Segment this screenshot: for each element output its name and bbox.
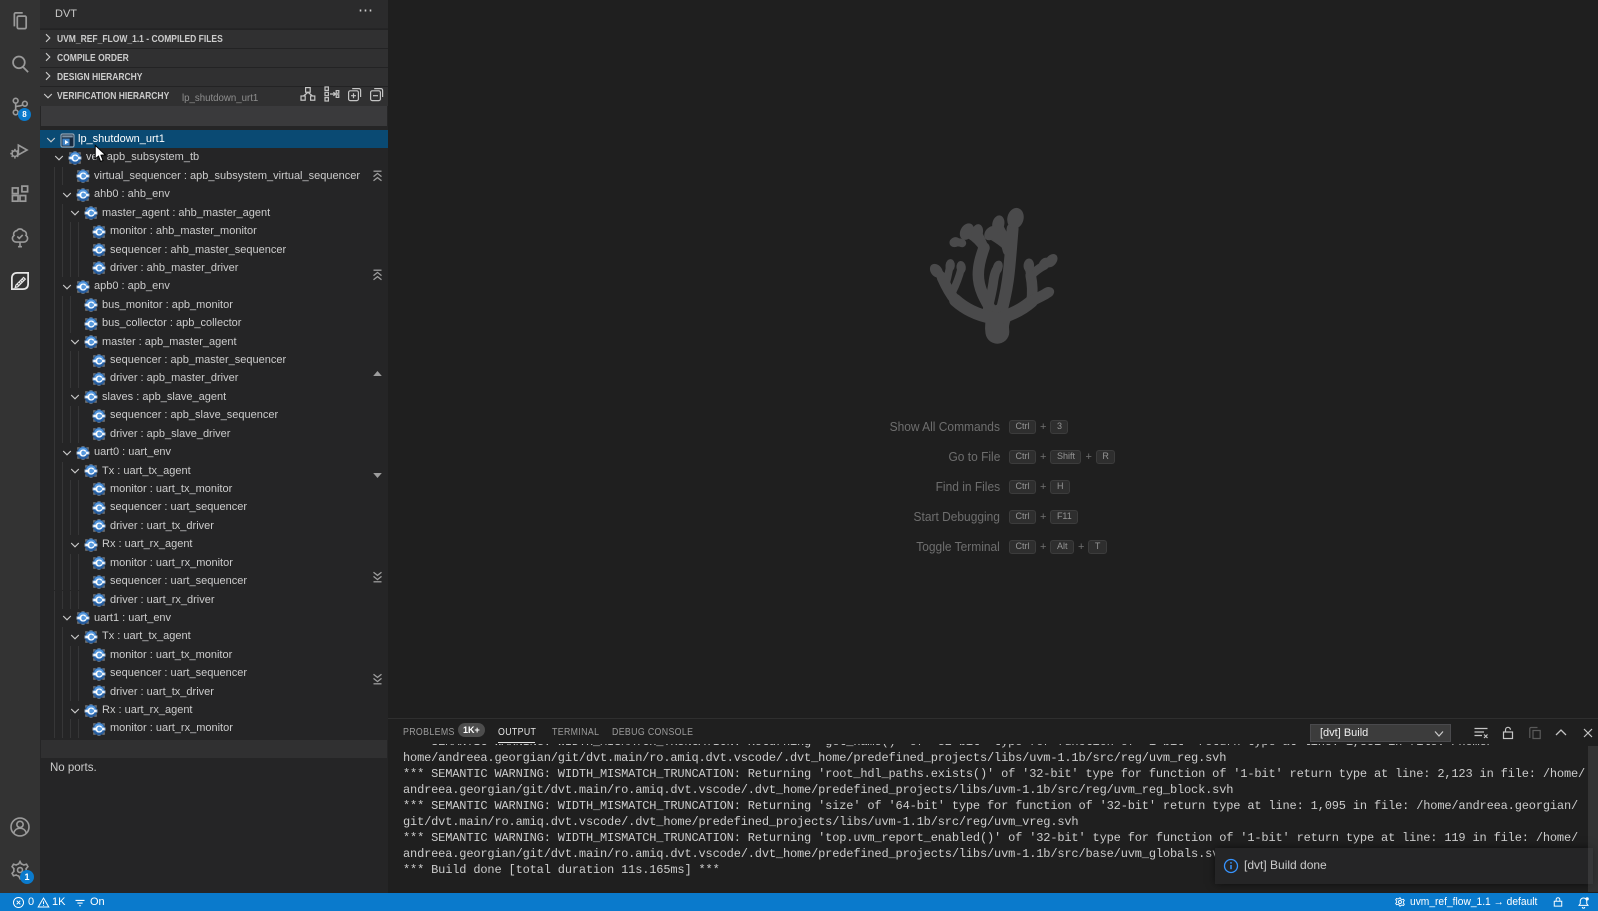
svg-text:C: C: [79, 190, 86, 201]
svg-text:C: C: [95, 430, 102, 441]
svg-text:C: C: [79, 614, 86, 625]
svg-text:C: C: [95, 375, 102, 386]
svg-text:C: C: [95, 227, 102, 238]
svg-text:C: C: [95, 651, 102, 662]
svg-text:C: C: [95, 559, 102, 570]
svg-text:C: C: [95, 577, 102, 588]
svg-text:C: C: [87, 338, 94, 349]
svg-text:C: C: [87, 632, 94, 643]
svg-text:C: C: [95, 485, 102, 496]
svg-text:C: C: [87, 319, 94, 330]
svg-text:C: C: [95, 688, 102, 699]
svg-text:C: C: [79, 448, 86, 459]
svg-text:C: C: [79, 172, 86, 183]
svg-text:C: C: [95, 356, 102, 367]
svg-text:C: C: [95, 669, 102, 680]
svg-text:C: C: [95, 522, 102, 533]
svg-text:C: C: [87, 393, 94, 404]
svg-text:C: C: [87, 706, 94, 717]
svg-text:C: C: [95, 725, 102, 736]
svg-text:C: C: [87, 540, 94, 551]
svg-text:C: C: [95, 411, 102, 422]
svg-text:C: C: [95, 503, 102, 514]
svg-text:C: C: [87, 209, 94, 220]
svg-text:C: C: [95, 264, 102, 275]
svg-text:C: C: [87, 301, 94, 312]
svg-text:C: C: [95, 246, 102, 257]
svg-text:C: C: [87, 467, 94, 478]
svg-text:C: C: [95, 596, 102, 607]
svg-text:C: C: [79, 282, 86, 293]
svg-text:C: C: [71, 154, 78, 165]
